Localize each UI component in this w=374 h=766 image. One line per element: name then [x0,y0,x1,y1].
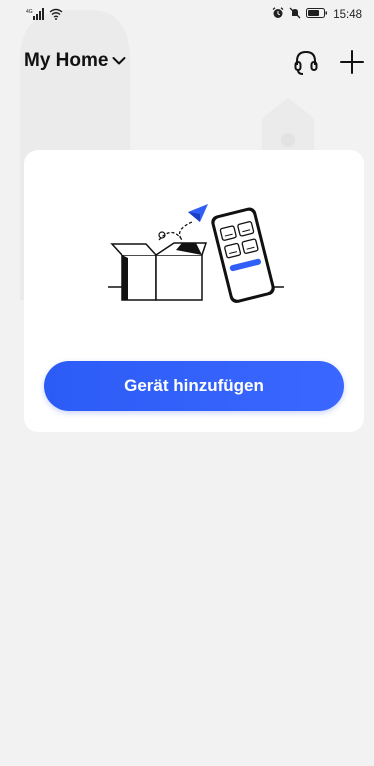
home-selector[interactable]: My Home [24,50,126,72]
wifi-icon [49,8,63,23]
support-button[interactable] [292,48,320,76]
status-right: 15:48 [272,7,362,22]
signal-icon: 4G [26,8,46,23]
status-bar: 4G 15:48 [0,0,374,28]
status-left: 4G [26,8,63,23]
add-device-button[interactable]: Gerät hinzufügen [44,361,344,411]
add-button[interactable] [338,48,366,76]
empty-state-card: Gerät hinzufügen [24,150,364,432]
network-label: 4G [26,9,33,15]
plus-icon [338,50,366,80]
battery-icon [306,7,328,22]
alarm-icon [272,7,284,22]
header: My Home [0,40,374,84]
chevron-down-icon [112,50,126,72]
headset-icon [292,50,320,80]
home-name: My Home [24,50,109,71]
add-device-illustration [108,204,284,303]
status-time: 15:48 [333,8,362,21]
mute-icon [289,7,301,22]
